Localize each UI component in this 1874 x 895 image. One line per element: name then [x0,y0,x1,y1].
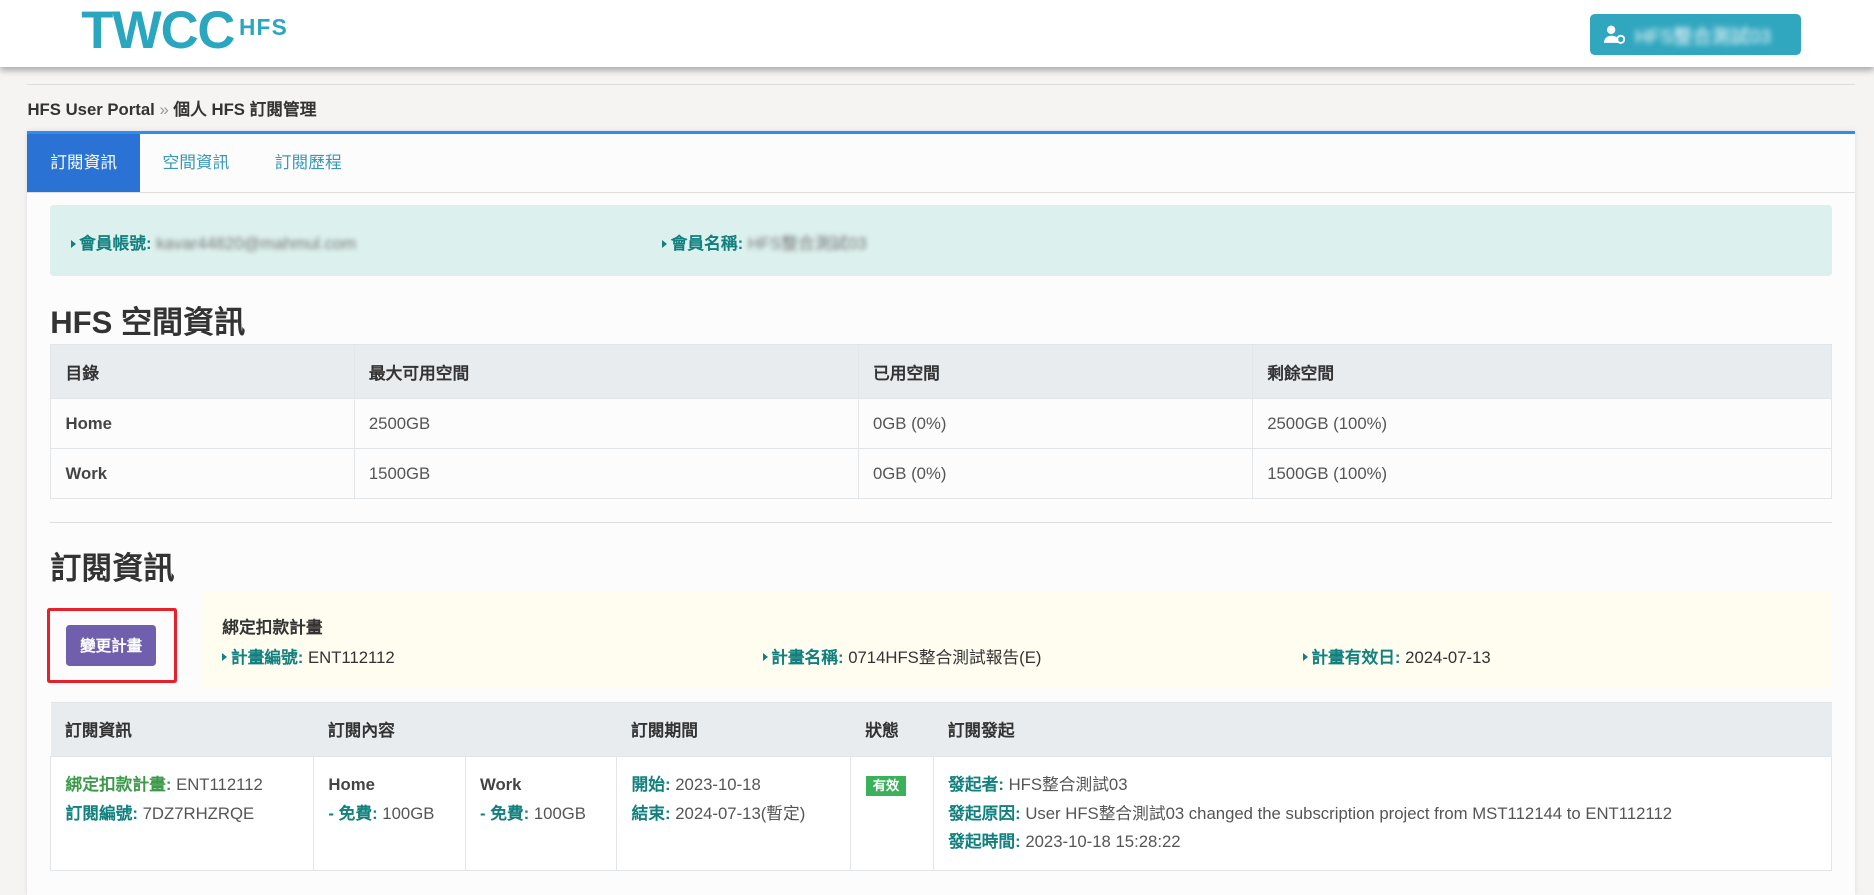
cell-directory: Work [50,448,355,500]
home-free-value: 100GB [382,803,435,823]
bound-plan-label: 綁定扣款計畫: [65,775,172,795]
cell-status: 有效 [850,755,934,872]
caret-right-icon [222,653,228,662]
cell-work-content: Work - 免費: 100GB [464,755,618,872]
cell-home-content: Home - 免費: 100GB [313,755,466,872]
space-table: 目錄 最大可用空間 已用空間 剩餘空間 Home 2500GB 0GB (0%)… [50,343,1833,500]
twcc-hfs-logo[interactable]: TWCC HFS [81,0,288,60]
table-row: Home 2500GB 0GB (0%) 2500GB (100%) [50,398,1833,450]
cell-remaining: 2500GB (100%) [1251,398,1833,450]
divider [27,83,1855,85]
space-section-title: HFS 空間資訊 [50,305,246,341]
plan-valid-date: 計畫有效日: 2024-07-13 [1302,644,1491,668]
col-remaining-space: 剩餘空間 [1251,343,1833,400]
breadcrumb: HFS User Portal » 個人 HFS 訂閱管理 [27,96,316,120]
time-label: 發起時間: [948,832,1021,852]
col-initiation: 訂閱發起 [933,702,1832,757]
plan-name-label: 計畫名稱: [771,647,844,667]
subscription-id-value: 7DZ7RHZRQE [142,803,255,823]
cell-max: 1500GB [353,448,859,500]
col-subscription-info: 訂閱資訊 [50,702,314,757]
cell-initiation: 發起者: HFS整合測試03 發起原因: User HFS整合測試03 chan… [932,755,1833,872]
end-value: 2024-07-13(暫定) [675,803,806,823]
user-name: HFS整合測試03 [1634,26,1771,48]
col-subscription-content: 訂閱內容 [313,702,617,757]
plan-id-value: ENT112112 [307,647,395,667]
user-settings-icon [1603,25,1626,44]
col-status: 狀態 [850,702,934,757]
tab-bar: 訂閱資訊 空間資訊 訂閱歷程 [27,134,1855,193]
table-header-row: 訂閱資訊 訂閱內容 訂閱期間 狀態 訂閱發起 [50,702,1832,757]
change-plan-button[interactable]: 變更計畫 [66,625,156,666]
subscription-section-title: 訂閱資訊 [50,551,175,587]
subscription-table: 訂閱資訊 訂閱內容 訂閱期間 狀態 訂閱發起 綁定扣款計畫: ENT112112… [50,702,1833,872]
plan-valid-value: 2024-07-13 [1405,647,1491,667]
cell-period: 開始: 2023-10-18 結束: 2024-07-13(暫定) [616,755,852,872]
top-header: TWCC HFS HFS整合測試03 [0,0,1874,67]
start-value: 2023-10-18 [675,775,761,795]
member-info-bar: 會員帳號: kavar44820@mahmul.com 會員名稱: HFS整合測… [50,204,1833,276]
name-label: 會員名稱: [670,234,744,254]
name-value: HFS整合測試03 [747,234,867,254]
bound-plan-heading: 綁定扣款計畫 [222,617,323,637]
cell-remaining: 1500GB (100%) [1251,448,1833,500]
tab-space-info[interactable]: 空間資訊 [140,134,252,191]
table-row: Work 1500GB 0GB (0%) 1500GB (100%) [50,448,1833,500]
start-label: 開始: [631,775,671,795]
home-free-label: - 免費: [328,803,378,823]
cell-max: 2500GB [353,398,859,450]
plan-valid-label: 計畫有效日: [1311,647,1401,667]
caret-right-icon [1302,653,1308,662]
time-value: 2023-10-18 15:28:22 [1025,832,1181,852]
work-title: Work [479,775,522,795]
col-used-space: 已用空間 [857,343,1253,400]
breadcrumb-current: 個人 HFS 訂閱管理 [173,99,317,119]
cell-used: 0GB (0%) [857,398,1253,450]
initiator-label: 發起者: [948,775,1004,795]
bound-plan-panel: 綁定扣款計畫 計畫編號: ENT112112 計畫名稱: 0714HFS整合測試… [200,591,1833,687]
home-title: Home [328,775,375,795]
col-max-space: 最大可用空間 [353,343,859,400]
status-badge: 有效 [865,776,907,797]
col-directory: 目錄 [50,343,355,400]
table-header-row: 目錄 最大可用空間 已用空間 剩餘空間 [50,343,1833,400]
caret-right-icon [762,653,768,662]
reason-label: 發起原因: [948,803,1021,823]
member-name: 會員名稱: HFS整合測試03 [662,230,867,254]
subscription-card: 訂閱資訊 空間資訊 訂閱歷程 會員帳號: kavar44820@mahmul.c… [27,131,1855,895]
member-account: 會員帳號: kavar44820@mahmul.com [70,230,357,254]
end-label: 結束: [631,803,671,823]
cell-used: 0GB (0%) [857,448,1253,500]
bound-plan-value: ENT112112 [176,775,263,795]
work-free-value: 100GB [533,803,586,823]
account-value: kavar44820@mahmul.com [156,234,357,254]
tab-subscription-info[interactable]: 訂閱資訊 [27,134,140,192]
section-divider [50,521,1833,523]
plan-id: 計畫編號: ENT112112 [222,644,395,668]
cell-subscription-info: 綁定扣款計畫: ENT112112 訂閱編號: 7DZ7RHZRQE [50,755,315,872]
subscription-id-label: 訂閱編號: [65,803,138,823]
plan-name-value: 0714HFS整合測試報告(E) [848,647,1042,667]
initiator-value: HFS整合測試03 [1008,775,1128,795]
breadcrumb-root[interactable]: HFS User Portal [27,100,154,119]
logo-main: TWCC [81,0,235,60]
account-label: 會員帳號: [79,234,152,254]
highlight-box: 變更計畫 [46,607,177,684]
plan-name: 計畫名稱: 0714HFS整合測試報告(E) [762,644,1042,668]
tab-subscription-history[interactable]: 訂閱歷程 [252,134,364,191]
logo-sub: HFS [238,14,288,41]
cell-directory: Home [50,398,355,450]
work-free-label: - 免費: [479,803,530,823]
caret-right-icon [662,239,668,248]
breadcrumb-separator: » [159,99,169,119]
col-subscription-period: 訂閱期間 [616,702,851,757]
user-menu-button[interactable]: HFS整合測試03 [1589,14,1802,55]
plan-id-label: 計畫編號: [230,647,304,667]
table-row: 綁定扣款計畫: ENT112112 訂閱編號: 7DZ7RHZRQE Home … [50,755,1833,872]
caret-right-icon [70,239,76,248]
reason-value: User HFS整合測試03 changed the subscription … [1025,803,1673,823]
